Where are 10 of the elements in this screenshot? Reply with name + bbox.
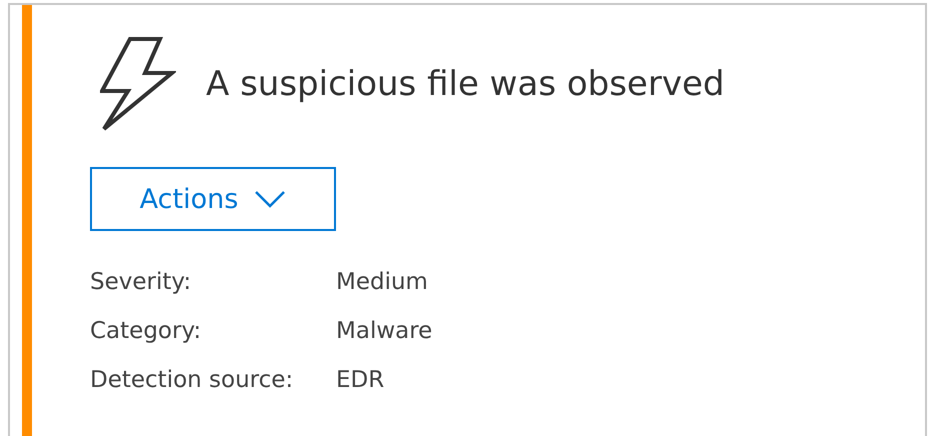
detail-value: Malware xyxy=(336,317,434,346)
alert-title: A suspicious file was observed xyxy=(206,64,724,104)
detail-value: Medium xyxy=(336,268,429,297)
lightning-bolt-icon xyxy=(100,37,176,131)
detail-label: Detection source: xyxy=(90,366,294,395)
detail-label: Category: xyxy=(90,317,202,346)
detail-label: Severity: xyxy=(90,268,192,297)
actions-button[interactable]: Actions xyxy=(90,167,336,231)
detail-value: EDR xyxy=(336,366,386,395)
caret-icon xyxy=(254,190,286,208)
